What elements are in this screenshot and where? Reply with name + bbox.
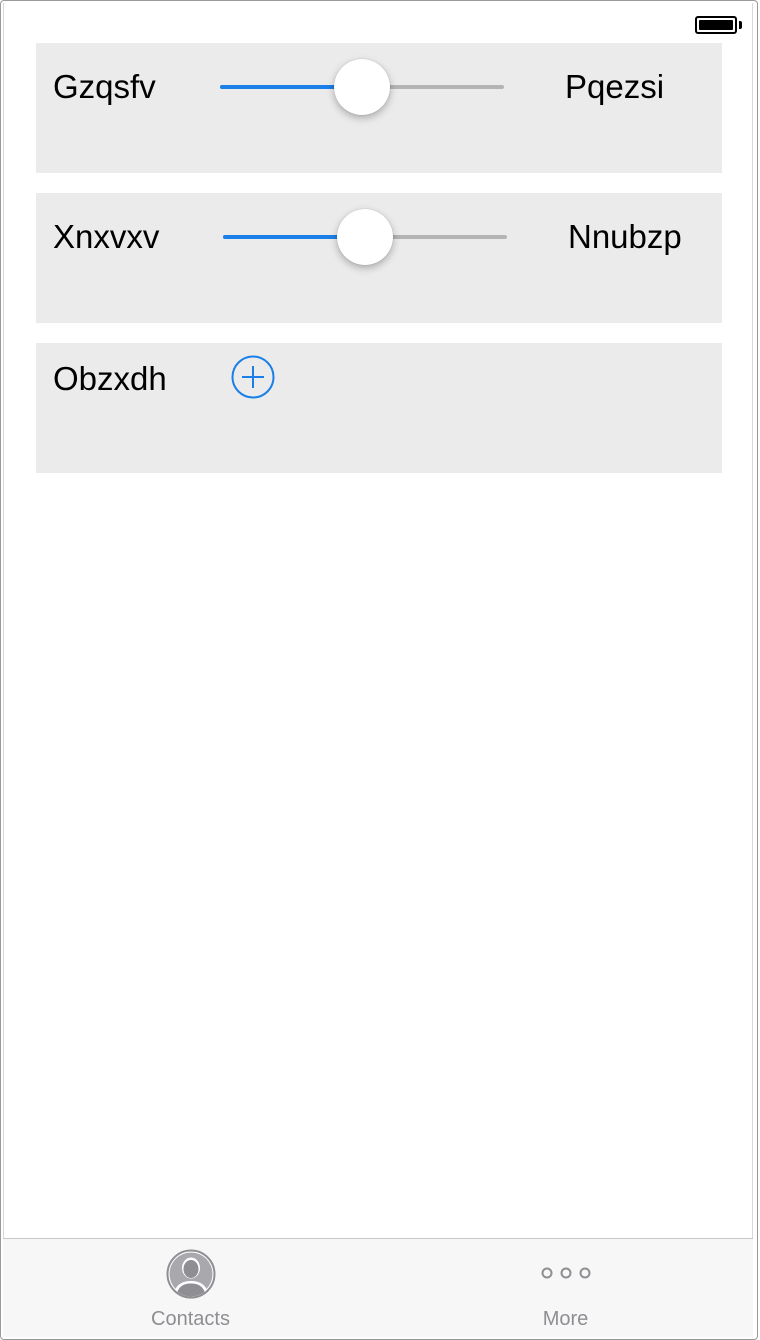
tab-more[interactable]: More [378,1239,753,1338]
row-label: Gzqsfv [53,68,156,105]
device-frame: Gzqsfv Pqezsi Xnxvxv Nnubzp Obzxdh Conta… [0,0,758,1340]
slider-thumb[interactable] [337,209,393,265]
settings-row-obzxdh: Obzxdh [36,343,722,473]
slider-thumb[interactable] [334,59,390,115]
add-button[interactable] [231,355,275,399]
screen: Gzqsfv Pqezsi Xnxvxv Nnubzp Obzxdh [3,3,753,1337]
settings-row-xnxvxv: Xnxvxv Nnubzp [36,193,722,323]
battery-tip [739,21,742,29]
row-value-label: Pqezsi [565,68,665,105]
row-value-label: Nnubzp [568,218,682,255]
row-label: Obzxdh [53,360,167,397]
plus-circle-icon[interactable] [231,355,275,399]
slider[interactable] [220,59,504,115]
row-label: Xnxvxv [53,218,160,255]
contact-avatar-icon [166,1249,215,1299]
tab-bar: Contacts More [3,1238,753,1337]
tab-contacts[interactable]: Contacts [3,1239,378,1338]
slider[interactable] [223,209,507,265]
tab-label: Contacts [151,1308,230,1330]
settings-row-gzqsfv: Gzqsfv Pqezsi [36,43,722,173]
tab-label: More [542,1308,589,1330]
more-dots-icon [541,1267,590,1279]
battery-icon [695,16,737,34]
battery-level-fill [699,20,733,30]
